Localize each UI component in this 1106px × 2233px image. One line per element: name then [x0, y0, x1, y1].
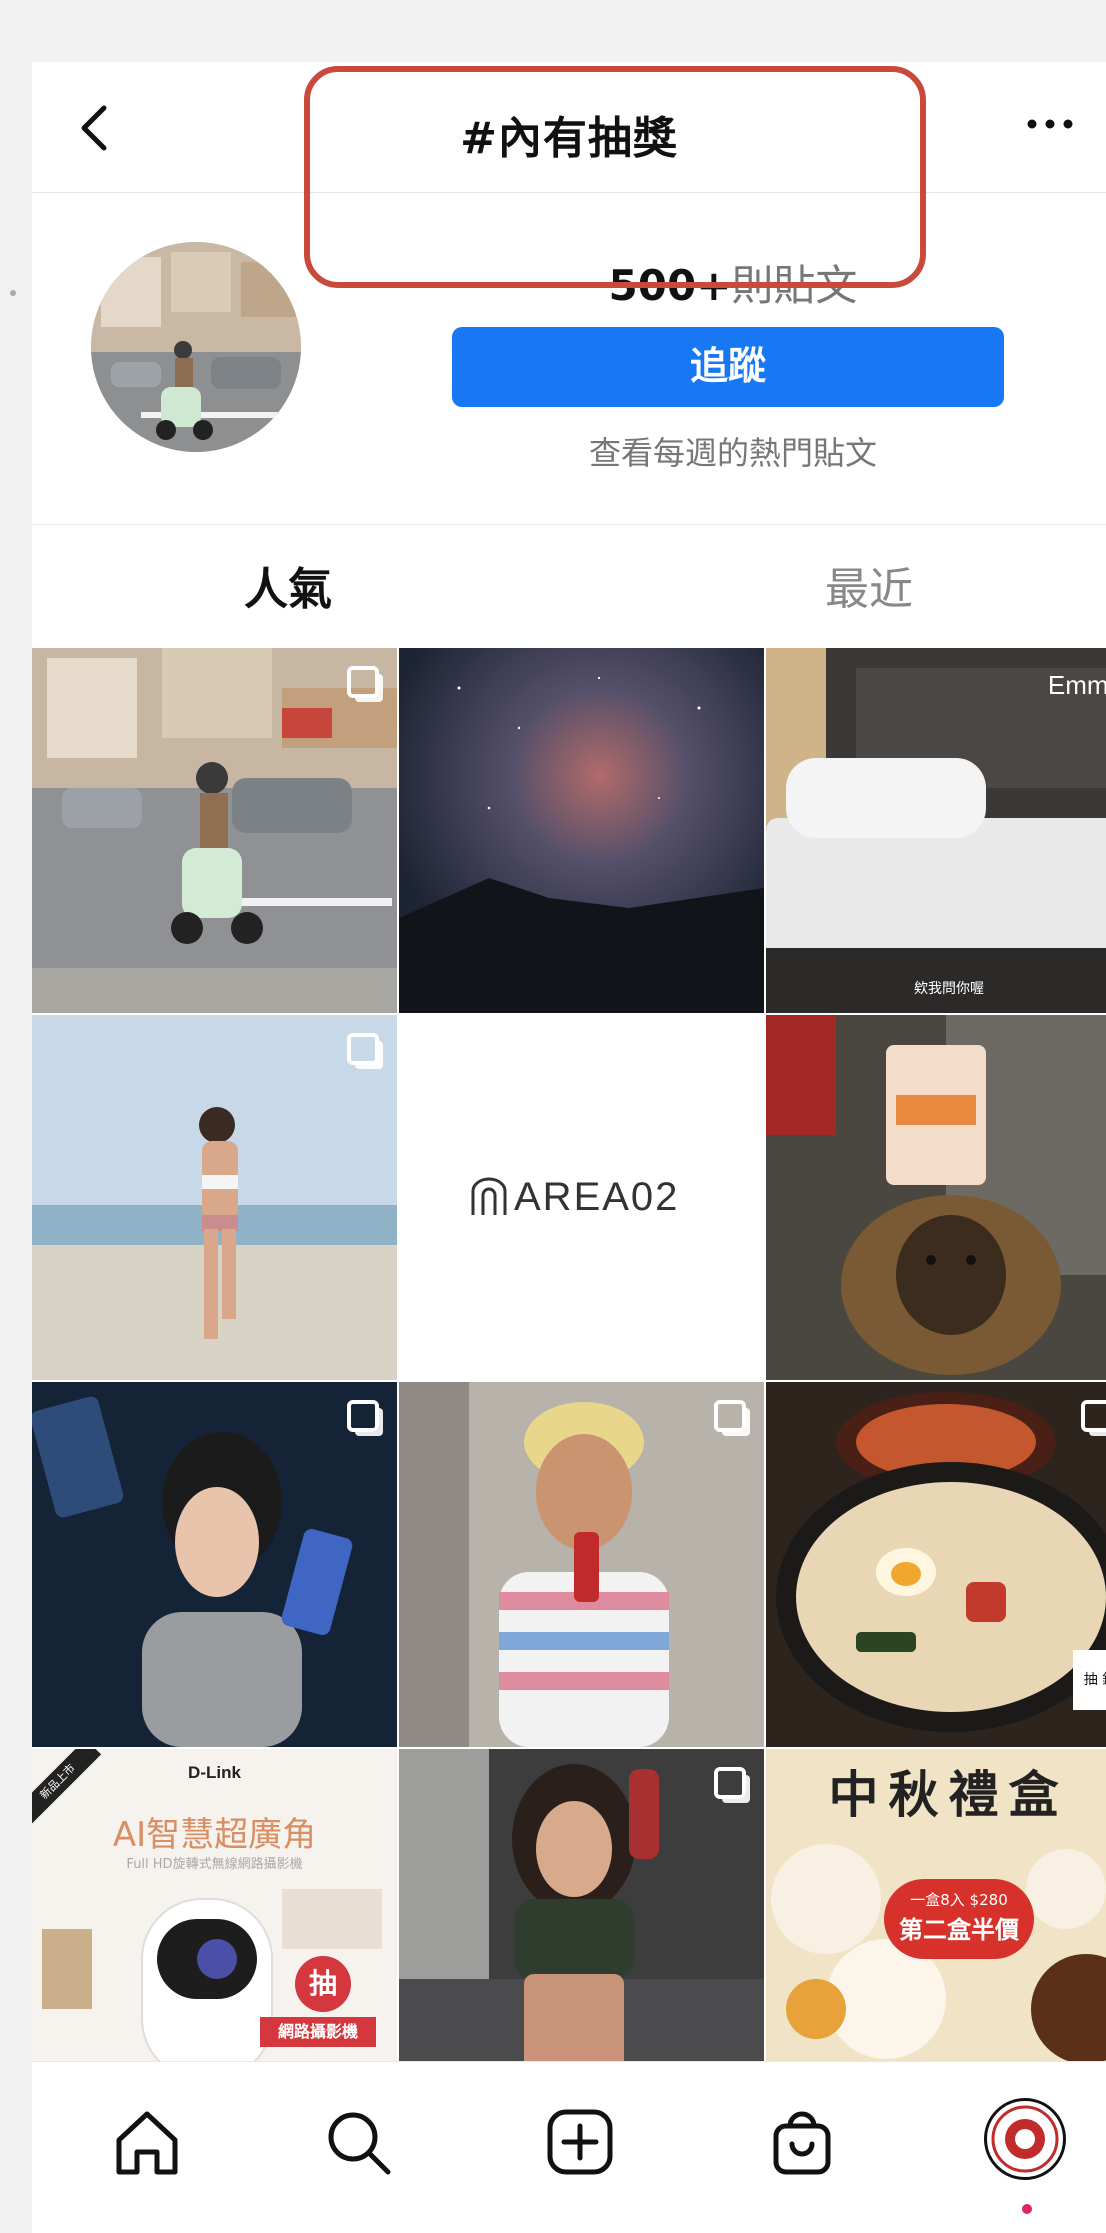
weekly-top-posts-link[interactable]: 查看每週的熱門貼文 — [452, 428, 1014, 474]
more-options-icon[interactable] — [1020, 104, 1080, 144]
grid-post-dog-with-snack[interactable] — [766, 1015, 1106, 1380]
new-post-icon[interactable] — [540, 2102, 620, 2182]
follow-button[interactable]: 追蹤 — [452, 327, 1004, 407]
edge-indicator-dot — [10, 290, 16, 296]
grid-post-phone-promo[interactable] — [32, 1382, 397, 1747]
notification-dot — [1022, 2204, 1032, 2214]
multiple-posts-icon — [1081, 1400, 1106, 1432]
grid-post-night-sky-galaxy[interactable] — [399, 648, 764, 1013]
app-screen: #內有抽獎 500+則貼文 追蹤 查看每週的熱門貼文 人氣 最近 Emm 欸我問… — [32, 62, 1106, 2233]
search-icon[interactable] — [318, 2102, 398, 2182]
area02-logo-text: AREA02 — [514, 1175, 680, 1219]
grid-post-blonde-guy-drink[interactable] — [399, 1382, 764, 1747]
emma-brand-text: Emma — [1047, 670, 1106, 700]
multiple-posts-icon — [347, 1033, 379, 1065]
dlink-badge-caption: 網路攝影機 — [260, 2017, 376, 2047]
grid-post-ramen-bowl[interactable]: 抽 鍋 — [766, 1382, 1106, 1747]
grid-post-mooncake-promo[interactable]: 中秋禮盒 一盒8入 $280 第二盒半價 — [766, 1749, 1106, 2114]
emma-caption: 欸我問你喔 — [914, 981, 984, 997]
grid-post-dlink-camera[interactable]: 新品上市 D-Link AI智慧超廣角 Full HD旋轉式無線網路攝影機 抽 … — [32, 1749, 397, 2114]
multiple-posts-icon — [714, 1767, 746, 1799]
grid-post-beach-bikini[interactable] — [32, 1015, 397, 1380]
home-icon[interactable] — [107, 2102, 187, 2182]
title-highlight-box — [304, 66, 926, 288]
multiple-posts-icon — [714, 1400, 746, 1432]
grid-post-area02-logo[interactable]: AREA02 — [399, 1015, 764, 1380]
area02-logo-icon — [471, 1177, 507, 1215]
dlink-camera-illustration — [32, 1889, 382, 2114]
multiple-posts-icon — [347, 666, 379, 698]
mooncake-deal-panel: 一盒8入 $280 第二盒半價 — [884, 1879, 1034, 1959]
dlink-lottery-badge: 抽 — [295, 1956, 351, 2012]
mooncake-headline: 中秋禮盒 — [828, 1766, 1069, 1824]
shop-icon[interactable] — [762, 2102, 842, 2182]
grid-post-fitness-woman[interactable] — [399, 1749, 764, 2114]
feed-tabs: 人氣 最近 — [32, 524, 1106, 647]
tab-recent[interactable]: 最近 — [825, 553, 913, 617]
profile-avatar[interactable] — [984, 2098, 1066, 2180]
ramen-tile-label: 抽 鍋 — [1073, 1650, 1106, 1710]
bottom-navigation — [32, 2061, 1106, 2233]
tab-popular[interactable]: 人氣 — [244, 553, 332, 617]
hashtag-avatar[interactable] — [91, 242, 301, 452]
mooncake-deal-line2: 第二盒半價 — [899, 1916, 1019, 1944]
multiple-posts-icon — [347, 1400, 379, 1432]
mooncake-deal-line1: 一盒8入 $280 — [910, 1891, 1008, 1909]
grid-post-scooter-street[interactable] — [32, 648, 397, 1013]
grid-post-emma-mattress[interactable]: Emma 欸我問你喔 — [766, 648, 1106, 1013]
